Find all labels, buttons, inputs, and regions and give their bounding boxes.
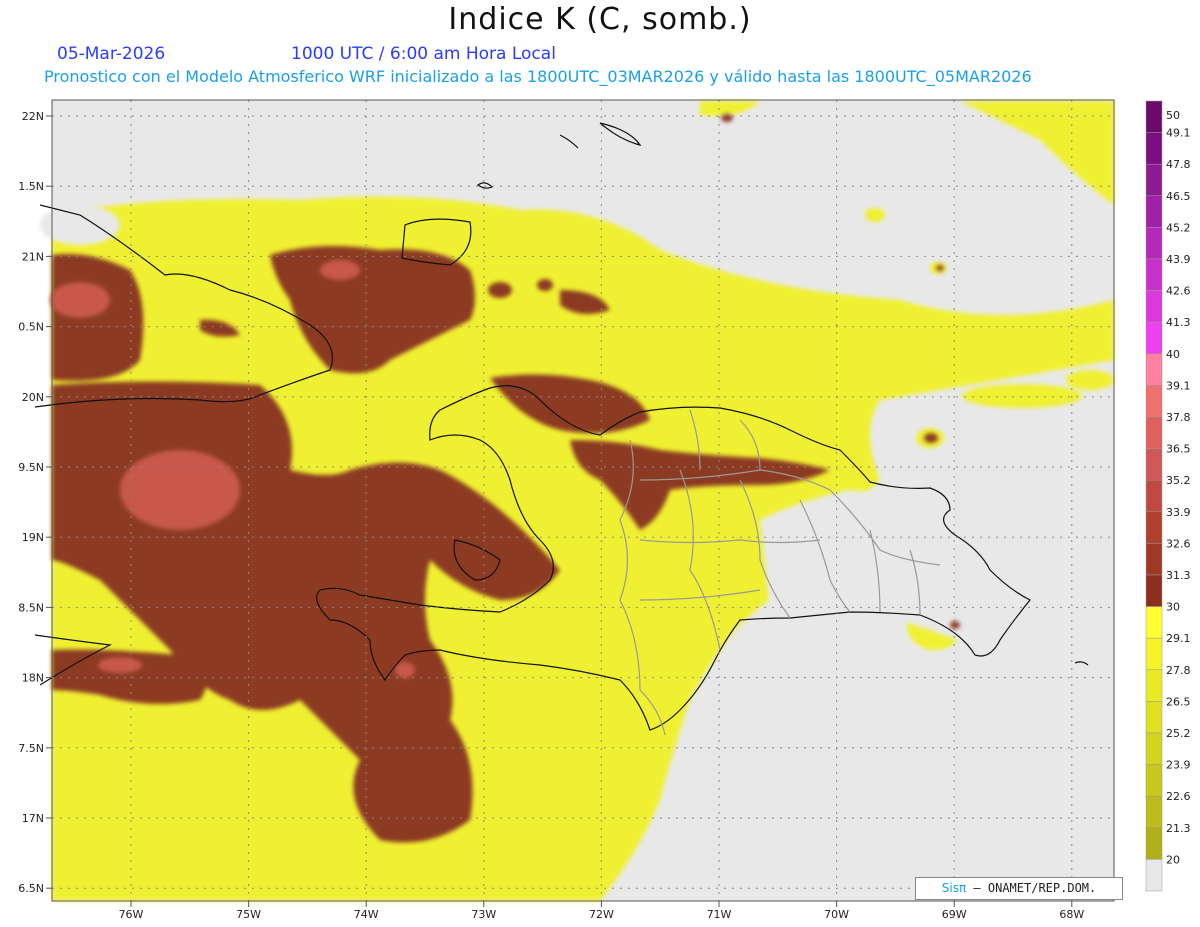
lat-label: 1.5N	[18, 180, 44, 193]
colorbar-swatch	[1145, 511, 1163, 544]
colorbar-label: 23.9	[1166, 759, 1191, 772]
lon-label: 74W	[354, 908, 379, 921]
colorbar-label: 21.3	[1166, 822, 1191, 835]
colorbar-swatch	[1145, 290, 1163, 323]
colorbar-swatch	[1145, 258, 1163, 291]
colorbar-swatch	[1145, 353, 1163, 386]
colorbar-swatch	[1145, 637, 1163, 671]
colorbar-swatch	[1145, 669, 1163, 702]
colorbar-label: 50	[1166, 109, 1180, 122]
colorbar-label: 29.1	[1166, 632, 1191, 645]
lon-label: 73W	[471, 908, 496, 921]
lat-label: 22N	[22, 110, 44, 123]
colorbar-label: 35.2	[1166, 474, 1191, 487]
colorbar-swatch	[1145, 827, 1163, 860]
colorbar-label: 47.8	[1166, 158, 1191, 171]
colorbar-label: 42.6	[1166, 285, 1191, 298]
lon-label: 69W	[942, 908, 967, 921]
lat-label: 9.5N	[18, 461, 44, 474]
colorbar-swatch	[1145, 163, 1163, 197]
colorbar-swatch	[1145, 859, 1163, 892]
colorbar-swatch	[1145, 100, 1163, 133]
colorbar-label: 36.5	[1166, 443, 1191, 456]
lat-label: 17N	[22, 812, 44, 825]
lat-label: 21N	[22, 250, 44, 263]
colorbar-label: 26.5	[1166, 695, 1191, 708]
colorbar-swatch	[1145, 479, 1163, 513]
colorbar-swatch	[1145, 764, 1163, 797]
colorbar-swatch	[1145, 795, 1163, 829]
lat-label: 19N	[22, 531, 44, 544]
colorbar-swatch	[1145, 227, 1163, 260]
lat-label: 7.5N	[18, 742, 44, 755]
colorbar-label: 41.3	[1166, 316, 1191, 329]
lon-label: 68W	[1059, 908, 1084, 921]
colorbar-swatch	[1145, 606, 1163, 639]
lon-label: 75W	[236, 908, 261, 921]
lat-label: 0.5N	[18, 321, 44, 334]
colorbar-label: 32.6	[1166, 537, 1191, 550]
colorbar-label: 40	[1166, 348, 1180, 361]
colorbar-label: 39.1	[1166, 379, 1191, 392]
colorbar-label: 45.2	[1166, 221, 1191, 234]
colorbar-swatch	[1145, 195, 1163, 228]
colorbar-swatch	[1145, 701, 1163, 734]
colorbar-swatch	[1145, 132, 1163, 165]
lat-label: 18N	[22, 672, 44, 685]
colorbar-label: 37.8	[1166, 411, 1191, 424]
colorbar-label: 27.8	[1166, 664, 1191, 677]
lat-label: 20N	[22, 391, 44, 404]
colorbar-swatch	[1145, 448, 1163, 481]
colorbar-label: 20	[1166, 853, 1180, 866]
lon-label: 76W	[119, 908, 144, 921]
colorbar-label: 31.3	[1166, 569, 1191, 582]
colorbar-label: 46.5	[1166, 190, 1191, 203]
colorbar-swatch	[1145, 543, 1163, 576]
lat-label: 6.5N	[18, 882, 44, 895]
colorbar-swatch	[1145, 416, 1163, 449]
k-index-map: 22N 1.5N 21N 0.5N 20N 9.5N 19N 8.5N 18N 7.5N 17N 6.…	[18, 99, 1191, 921]
colorbar-swatch	[1145, 385, 1163, 418]
longitude-labels: 76W 75W 74W 73W 72W 71W 70W 69W 68W	[119, 901, 1084, 921]
colorbar-label: 22.6	[1166, 790, 1191, 803]
colorbar: 50 49.1 47.8 46.5 45.2 43.9 42.6 41.3 40 39.1 37.8…	[1145, 100, 1191, 892]
lon-label: 72W	[589, 908, 614, 921]
colorbar-label: 25.2	[1166, 727, 1191, 740]
colorbar-swatch	[1145, 321, 1163, 355]
colorbar-label: 30	[1166, 601, 1180, 614]
lat-label: 8.5N	[18, 601, 44, 614]
lon-label: 70W	[824, 908, 849, 921]
colorbar-label: 33.9	[1166, 506, 1191, 519]
sisp-logo: Sisπ	[941, 881, 967, 895]
lon-label: 71W	[707, 908, 732, 921]
colorbar-swatch	[1145, 574, 1163, 607]
colorbar-swatch	[1145, 732, 1163, 765]
colorbar-label: 49.1	[1166, 127, 1191, 140]
credit-text: – ONAMET/REP.DOM.	[973, 881, 1097, 895]
colorbar-label: 43.9	[1166, 253, 1191, 266]
credit-box: Sisπ – ONAMET/REP.DOM.	[915, 877, 1123, 900]
